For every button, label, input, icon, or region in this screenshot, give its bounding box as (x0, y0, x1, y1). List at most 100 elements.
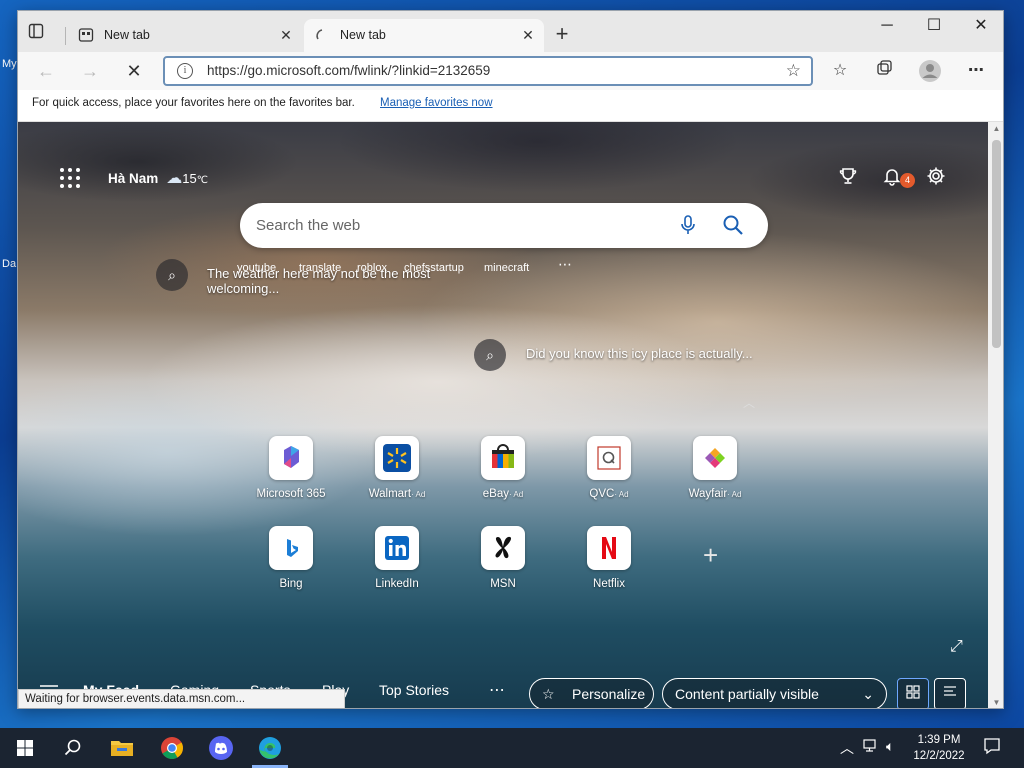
settings-gear-icon[interactable] (924, 166, 948, 190)
quick-link-label: Bing (279, 578, 303, 590)
trending-more-icon[interactable]: ⋯ (558, 256, 572, 273)
web-search-box[interactable]: Search the web (240, 203, 768, 248)
personalize-button[interactable]: ☆ Personalize (529, 678, 654, 708)
ad-label: · Ad (614, 490, 629, 499)
scrollbar-thumb[interactable] (992, 140, 1001, 348)
weather-widget[interactable]: Hà Nam ☁15℃ (108, 168, 208, 188)
page-scrollbar[interactable]: ▲ ▼ (988, 122, 1003, 708)
stop-loading-button[interactable]: ✕ (120, 58, 148, 84)
forward-button[interactable]: → (76, 58, 104, 84)
rewards-trophy-icon[interactable] (836, 166, 860, 190)
quick-link-walmart[interactable]: Walmart· Ad (347, 436, 447, 500)
ad-label: · Ad (508, 490, 524, 499)
navigation-toolbar: ← → ✕ i https://go.microsoft.com/fwlink/… (18, 52, 1003, 90)
quick-link-qvc[interactable]: QVC· Ad (559, 436, 659, 500)
notification-center-icon[interactable] (982, 736, 1002, 759)
discord-icon[interactable] (206, 734, 236, 762)
tab-separator (65, 27, 66, 45)
chrome-icon[interactable] (157, 734, 187, 762)
netflix-icon (587, 526, 631, 570)
site-info-icon[interactable]: i (177, 63, 193, 79)
profile-avatar[interactable] (918, 59, 942, 83)
quick-link-label: MSN (490, 578, 516, 590)
maximize-button[interactable]: ☐ (911, 11, 957, 41)
msn-butterfly-icon (481, 526, 525, 570)
taskbar: ︿ 🔈︎ 1:39 PM 12/2/2022 (0, 728, 1024, 768)
apps-launcher-icon[interactable] (60, 168, 80, 188)
favorites-bar: For quick access, place your favorites h… (18, 90, 1003, 122)
tab-new-tab-2[interactable]: New tab ✕ (304, 19, 544, 52)
image-info-search-icon[interactable]: ⌕ (474, 339, 506, 371)
trending-item[interactable]: minecraft (484, 262, 529, 274)
close-tab-icon[interactable]: ✕ (278, 27, 294, 43)
quick-link-label: QVC (589, 488, 615, 500)
quick-link-ebay[interactable]: eBay· Ad (453, 436, 553, 500)
favorites-bar-message: For quick access, place your favorites h… (32, 97, 355, 109)
feed-more-icon[interactable]: ⋯ (489, 680, 505, 700)
search-icon[interactable] (722, 214, 744, 236)
desktop-label: Da (2, 258, 17, 270)
tab-title: New tab (104, 28, 150, 42)
file-explorer-icon[interactable] (107, 734, 137, 762)
add-quick-link-button[interactable]: + (703, 540, 718, 571)
tab-title: New tab (340, 28, 386, 42)
personalize-star-icon: ☆ (542, 686, 555, 702)
close-tab-icon[interactable]: ✕ (520, 27, 536, 43)
personalize-label: Personalize (572, 686, 646, 702)
quick-link-wayfair[interactable]: Wayfair· Ad (665, 436, 765, 500)
minimize-button[interactable]: ─ (864, 11, 910, 41)
feed-tab-top-stories[interactable]: Top Stories (379, 682, 449, 698)
quick-link-label: Microsoft 365 (256, 488, 326, 500)
new-tab-icon (78, 27, 94, 43)
start-button[interactable] (10, 734, 40, 762)
chevron-up-icon[interactable]: ︿ (743, 394, 755, 411)
weather-location: Hà Nam (108, 171, 159, 186)
quick-link-msn[interactable]: MSN (453, 526, 553, 590)
system-clock[interactable]: 1:39 PM 12/2/2022 (905, 732, 973, 764)
address-url[interactable]: https://go.microsoft.com/fwlink/?linkid=… (207, 63, 490, 78)
quick-link-label: LinkedIn (375, 578, 419, 590)
quick-link-bing[interactable]: Bing (241, 526, 341, 590)
address-bar[interactable]: i https://go.microsoft.com/fwlink/?linki… (163, 56, 813, 86)
trending-search-icon[interactable]: ⌕ (156, 259, 188, 291)
new-tab-button[interactable]: + (550, 23, 574, 47)
temperature-unit: ℃ (196, 175, 208, 186)
more-menu-icon[interactable]: ⋯ (964, 59, 988, 83)
ad-label: · Ad (411, 490, 426, 499)
browser-window: New tab ✕ New tab ✕ + ─ ☐ ✕ ← → ✕ i http… (17, 10, 1004, 709)
tab-new-tab-1[interactable]: New tab ✕ (68, 19, 302, 52)
quick-link-label: Netflix (593, 578, 625, 590)
collections-icon[interactable] (873, 59, 897, 83)
volume-icon[interactable]: 🔈︎ (886, 738, 894, 755)
content-visibility-dropdown[interactable]: Content partially visible ⌄ (662, 678, 887, 708)
scroll-up-arrow-icon[interactable]: ▲ (988, 124, 1003, 133)
qvc-icon (587, 436, 631, 480)
desktop-label: My (2, 58, 17, 70)
background-caption[interactable]: The weather here may not be the most wel… (207, 266, 477, 296)
weather-temperature: 15 (182, 171, 197, 186)
quick-link-label: eBay (482, 488, 509, 500)
show-hidden-icons-chevron-icon[interactable]: ︿ (840, 738, 854, 758)
back-button[interactable]: ← (32, 58, 60, 84)
favorites-icon[interactable]: ☆ (828, 59, 852, 83)
quick-link-linkedin[interactable]: LinkedIn (347, 526, 447, 590)
microphone-icon[interactable] (678, 214, 698, 236)
quick-link-microsoft-365[interactable]: Microsoft 365 (241, 436, 341, 500)
grid-layout-button[interactable] (897, 678, 929, 708)
network-icon[interactable] (862, 738, 880, 757)
add-favorite-icon[interactable]: ☆ (786, 61, 801, 81)
content-visibility-label: Content partially visible (675, 686, 819, 702)
edge-browser-icon[interactable] (255, 734, 285, 762)
image-fact-caption[interactable]: Did you know this icy place is actually.… (526, 346, 753, 361)
search-input[interactable]: Search the web (256, 217, 360, 234)
tab-actions-icon[interactable] (28, 23, 48, 43)
list-layout-button[interactable] (934, 678, 966, 708)
manage-favorites-link[interactable]: Manage favorites now (380, 97, 493, 109)
wayfair-icon (693, 436, 737, 480)
search-icon[interactable] (58, 734, 88, 762)
expand-icon[interactable]: ⤢ (950, 638, 963, 656)
close-window-button[interactable]: ✕ (958, 11, 1003, 41)
quick-link-netflix[interactable]: Netflix (559, 526, 659, 590)
loading-spinner-icon (314, 27, 330, 43)
scroll-down-arrow-icon[interactable]: ▼ (988, 698, 1003, 707)
